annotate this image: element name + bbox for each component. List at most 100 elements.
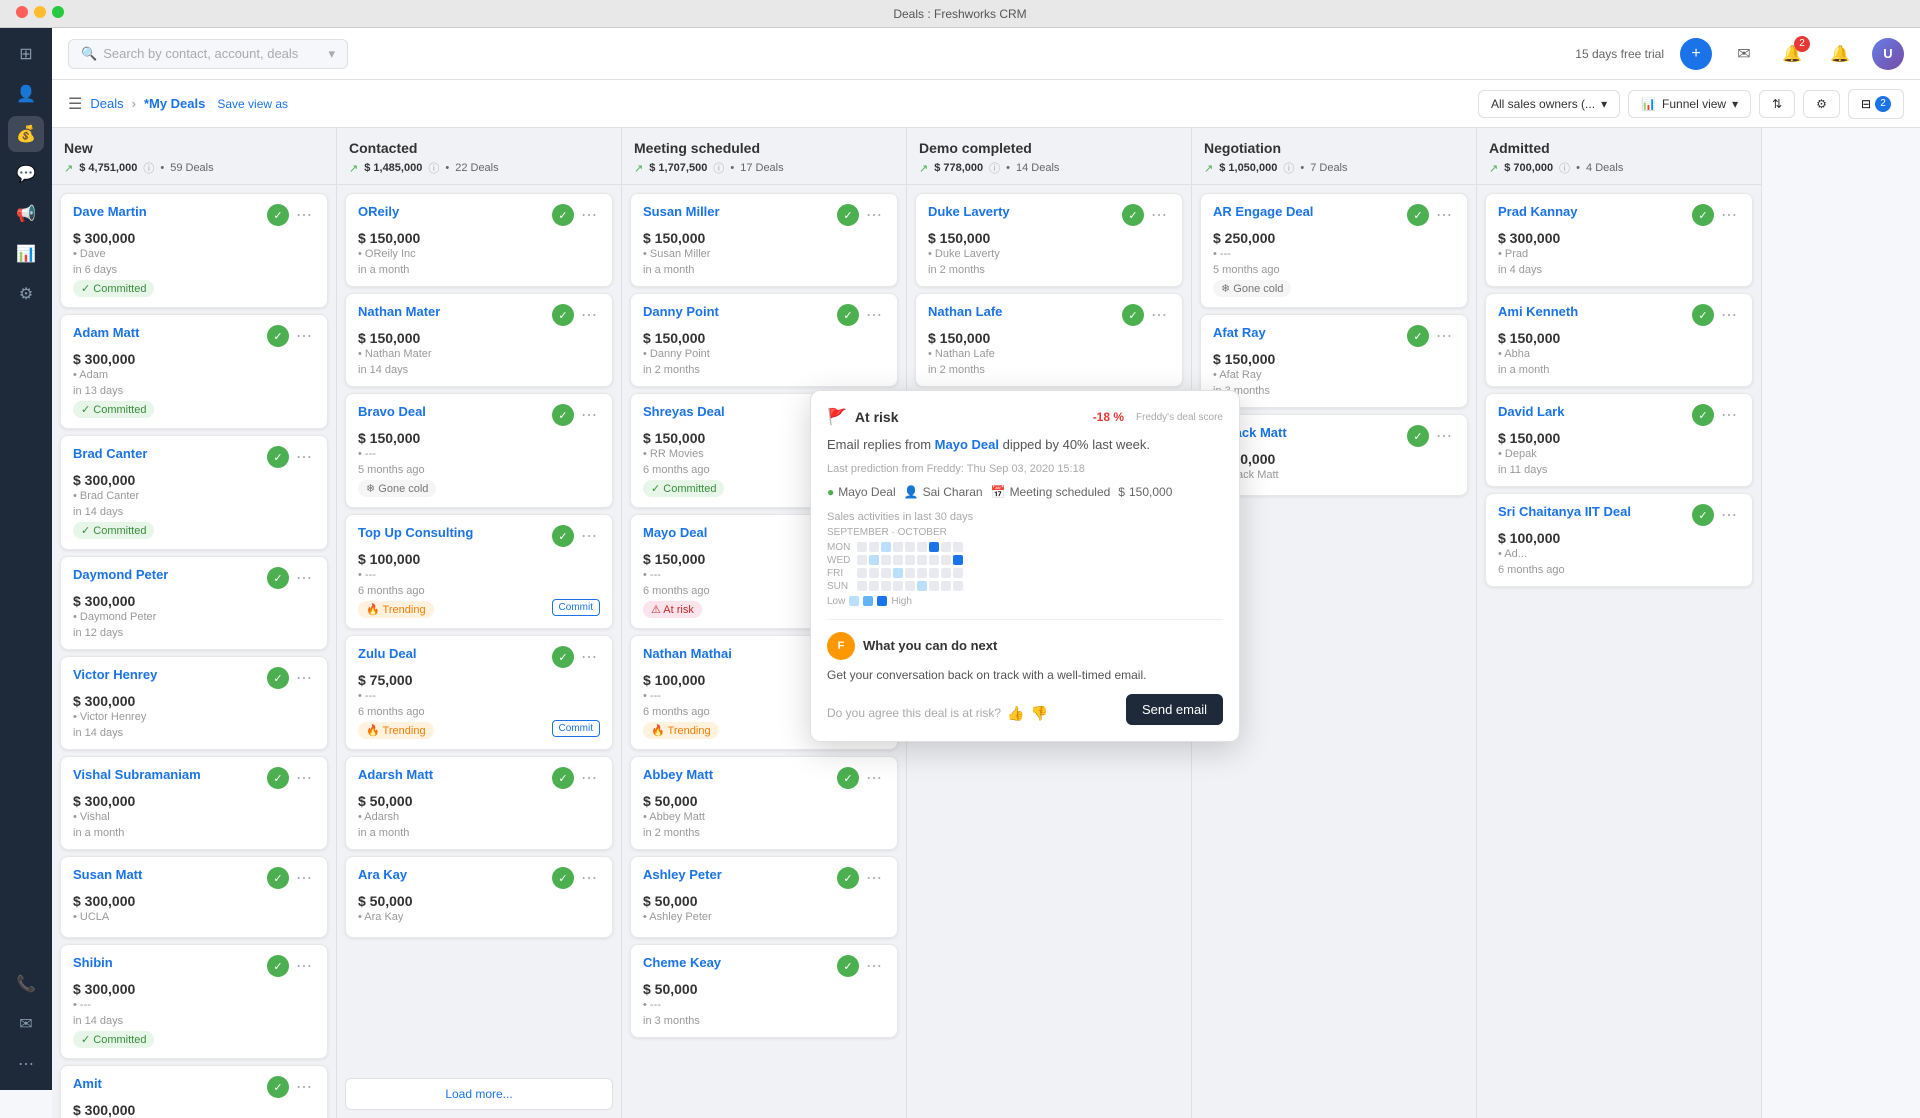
card-action-btn[interactable]: ✓ — [837, 867, 859, 889]
deal-card[interactable]: Victor Henrey ✓ ⋯ $ 300,000 • Victor Hen… — [60, 656, 328, 750]
thumbs-down-btn[interactable]: 👎 — [1031, 705, 1048, 722]
card-more-btn[interactable]: ⋯ — [863, 955, 885, 977]
card-more-btn[interactable]: ⋯ — [293, 446, 315, 468]
card-action-btn[interactable]: ✓ — [837, 767, 859, 789]
commit-btn[interactable]: Commit — [552, 599, 600, 616]
card-action-btn[interactable]: ✓ — [552, 404, 574, 426]
deal-card[interactable]: Ashley Peter ✓ ⋯ $ 50,000 • Ashley Peter — [630, 856, 898, 938]
funnel-view-dropdown[interactable]: 📊 Funnel view ▾ — [1628, 90, 1751, 118]
deal-card[interactable]: Abbey Matt ✓ ⋯ $ 50,000 • Abbey Matt in … — [630, 756, 898, 850]
popup-deal-link[interactable]: Mayo Deal — [935, 437, 999, 452]
deal-card[interactable]: AR Engage Deal ✓ ⋯ $ 250,000 • --- 5 mon… — [1200, 193, 1468, 308]
card-action-btn[interactable]: ✓ — [267, 955, 289, 977]
card-name[interactable]: Shreyas Deal — [643, 404, 725, 419]
card-more-btn[interactable]: ⋯ — [293, 204, 315, 226]
card-action-btn[interactable]: ✓ — [267, 867, 289, 889]
sidebar-item-phone[interactable]: 📞 — [8, 966, 44, 1002]
card-more-btn[interactable]: ⋯ — [1718, 404, 1740, 426]
card-name[interactable]: Vishal Subramaniam — [73, 767, 201, 782]
card-name[interactable]: Ara Kay — [358, 867, 407, 882]
deal-card[interactable]: Amit ✓ ⋯ $ 300,000 — [60, 1065, 328, 1118]
add-button[interactable]: + — [1680, 38, 1712, 70]
card-name[interactable]: Amit — [73, 1076, 102, 1091]
card-more-btn[interactable]: ⋯ — [1718, 204, 1740, 226]
deal-card[interactable]: Susan Miller ✓ ⋯ $ 150,000 • Susan Mille… — [630, 193, 898, 287]
card-more-btn[interactable]: ⋯ — [293, 955, 315, 977]
card-more-btn[interactable]: ⋯ — [578, 767, 600, 789]
card-name[interactable]: OReily — [358, 204, 399, 219]
settings-btn[interactable]: ⚙ — [1803, 90, 1840, 118]
card-name[interactable]: Adam Matt — [73, 325, 139, 340]
card-name[interactable]: Nathan Lafe — [928, 304, 1002, 319]
deal-card[interactable]: Brad Canter ✓ ⋯ $ 300,000 • Brad Canter … — [60, 435, 328, 550]
deal-card[interactable]: Cheme Keay ✓ ⋯ $ 50,000 • --- in 3 month… — [630, 944, 898, 1038]
card-name[interactable]: Ashley Peter — [643, 867, 722, 882]
email-icon-btn[interactable]: ✉ — [1728, 38, 1760, 70]
card-name[interactable]: Dave Martin — [73, 204, 147, 219]
card-action-btn[interactable]: ✓ — [1692, 504, 1714, 526]
sidebar-item-chat[interactable]: 💬 — [8, 156, 44, 192]
alert-btn[interactable]: 🔔 — [1824, 38, 1856, 70]
deal-card[interactable]: Daymond Peter ✓ ⋯ $ 300,000 • Daymond Pe… — [60, 556, 328, 650]
card-name[interactable]: Shibin — [73, 955, 113, 970]
deal-card[interactable]: Prad Kannay ✓ ⋯ $ 300,000 • Prad in 4 da… — [1485, 193, 1753, 287]
card-name[interactable]: Prad Kannay — [1498, 204, 1577, 219]
card-name[interactable]: Abbey Matt — [643, 767, 713, 782]
card-more-btn[interactable]: ⋯ — [578, 525, 600, 547]
close-dot[interactable] — [16, 6, 28, 18]
card-more-btn[interactable]: ⋯ — [293, 1076, 315, 1098]
card-more-btn[interactable]: ⋯ — [1433, 325, 1455, 347]
card-name[interactable]: Cheme Keay — [643, 955, 721, 970]
card-action-btn[interactable]: ✓ — [267, 204, 289, 226]
card-more-btn[interactable]: ⋯ — [1433, 425, 1455, 447]
search-dropdown-icon[interactable]: ▾ — [328, 46, 335, 62]
card-more-btn[interactable]: ⋯ — [293, 325, 315, 347]
sidebar-item-home[interactable]: ⊞ — [8, 36, 44, 72]
card-action-btn[interactable]: ✓ — [267, 567, 289, 589]
deal-card[interactable]: Adarsh Matt ✓ ⋯ $ 50,000 • Adarsh in a m… — [345, 756, 613, 850]
card-action-btn[interactable]: ✓ — [267, 446, 289, 468]
user-avatar[interactable]: U — [1872, 38, 1904, 70]
minimize-dot[interactable] — [34, 6, 46, 18]
card-action-btn[interactable]: ✓ — [1692, 304, 1714, 326]
card-more-btn[interactable]: ⋯ — [863, 204, 885, 226]
card-action-btn[interactable]: ✓ — [552, 867, 574, 889]
card-name[interactable]: Sri Chaitanya IIT Deal — [1498, 504, 1631, 519]
card-more-btn[interactable]: ⋯ — [863, 767, 885, 789]
card-more-btn[interactable]: ⋯ — [1148, 304, 1170, 326]
card-more-btn[interactable]: ⋯ — [863, 304, 885, 326]
card-name[interactable]: Nathan Mathai — [643, 646, 732, 661]
card-name[interactable]: Susan Matt — [73, 867, 142, 882]
card-action-btn[interactable]: ✓ — [1692, 404, 1714, 426]
deal-card[interactable]: Zulu Deal ✓ ⋯ $ 75,000 • --- 6 months ag… — [345, 635, 613, 750]
deal-card[interactable]: Duke Laverty ✓ ⋯ $ 150,000 • Duke Lavert… — [915, 193, 1183, 287]
card-name[interactable]: Mayo Deal — [643, 525, 707, 540]
card-more-btn[interactable]: ⋯ — [293, 867, 315, 889]
card-name[interactable]: Adarsh Matt — [358, 767, 433, 782]
deal-card[interactable]: Barack Matt ✓ ⋯ $ 150,000 • Barack Matt — [1200, 414, 1468, 496]
card-action-btn[interactable]: ✓ — [552, 304, 574, 326]
card-more-btn[interactable]: ⋯ — [1718, 304, 1740, 326]
breadcrumb-deals[interactable]: Deals — [90, 96, 123, 111]
all-sales-owners-dropdown[interactable]: All sales owners (... ▾ — [1478, 90, 1620, 118]
deal-card[interactable]: Dave Martin ✓ ⋯ $ 300,000 • Dave in 6 da… — [60, 193, 328, 308]
card-more-btn[interactable]: ⋯ — [293, 667, 315, 689]
card-name[interactable]: Nathan Mater — [358, 304, 440, 319]
thumbs-up-btn[interactable]: 👍 — [1007, 705, 1024, 722]
save-view-link[interactable]: Save view as — [217, 97, 288, 111]
card-name[interactable]: Daymond Peter — [73, 567, 168, 582]
card-name[interactable]: Danny Point — [643, 304, 719, 319]
card-action-btn[interactable]: ✓ — [1407, 204, 1429, 226]
card-action-btn[interactable]: ✓ — [837, 955, 859, 977]
card-more-btn[interactable]: ⋯ — [578, 646, 600, 668]
card-name[interactable]: Afat Ray — [1213, 325, 1266, 340]
deal-card[interactable]: Danny Point ✓ ⋯ $ 150,000 • Danny Point … — [630, 293, 898, 387]
deal-card[interactable]: Susan Matt ✓ ⋯ $ 300,000 • UCLA — [60, 856, 328, 938]
card-action-btn[interactable]: ✓ — [552, 204, 574, 226]
card-action-btn[interactable]: ✓ — [267, 767, 289, 789]
card-name[interactable]: Duke Laverty — [928, 204, 1010, 219]
card-action-btn[interactable]: ✓ — [552, 767, 574, 789]
card-more-btn[interactable]: ⋯ — [293, 567, 315, 589]
sort-btn[interactable]: ⇅ — [1759, 90, 1795, 118]
card-action-btn[interactable]: ✓ — [1407, 325, 1429, 347]
